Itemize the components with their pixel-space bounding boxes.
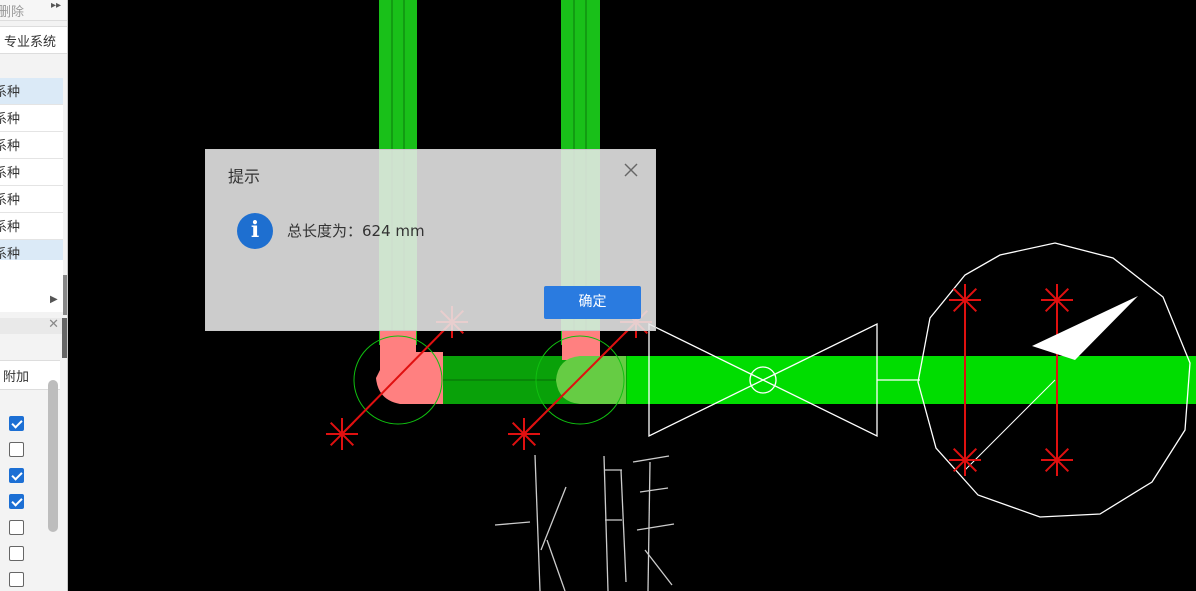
dialog-title: 提示 [228,167,261,186]
snap-point-marker[interactable] [326,418,358,450]
snap-point-marker[interactable] [1041,284,1073,316]
dialog-message: 总长度为：624 mm [287,222,425,240]
snap-point-marker[interactable] [1041,444,1073,476]
info-icon: i [237,213,273,249]
close-icon[interactable] [621,160,641,180]
snap-point-marker[interactable] [949,444,981,476]
snap-point-marker[interactable] [949,284,981,316]
meter-needle [1032,296,1138,360]
pipe-label-annotation[interactable] [494,454,675,591]
info-dialog: 提示 i 总长度为：624 mm 确定 [205,149,656,331]
annotation-text: 水暖 [0,0,2,1]
ok-button[interactable]: 确定 [544,286,641,319]
snap-point-marker[interactable] [508,418,540,450]
